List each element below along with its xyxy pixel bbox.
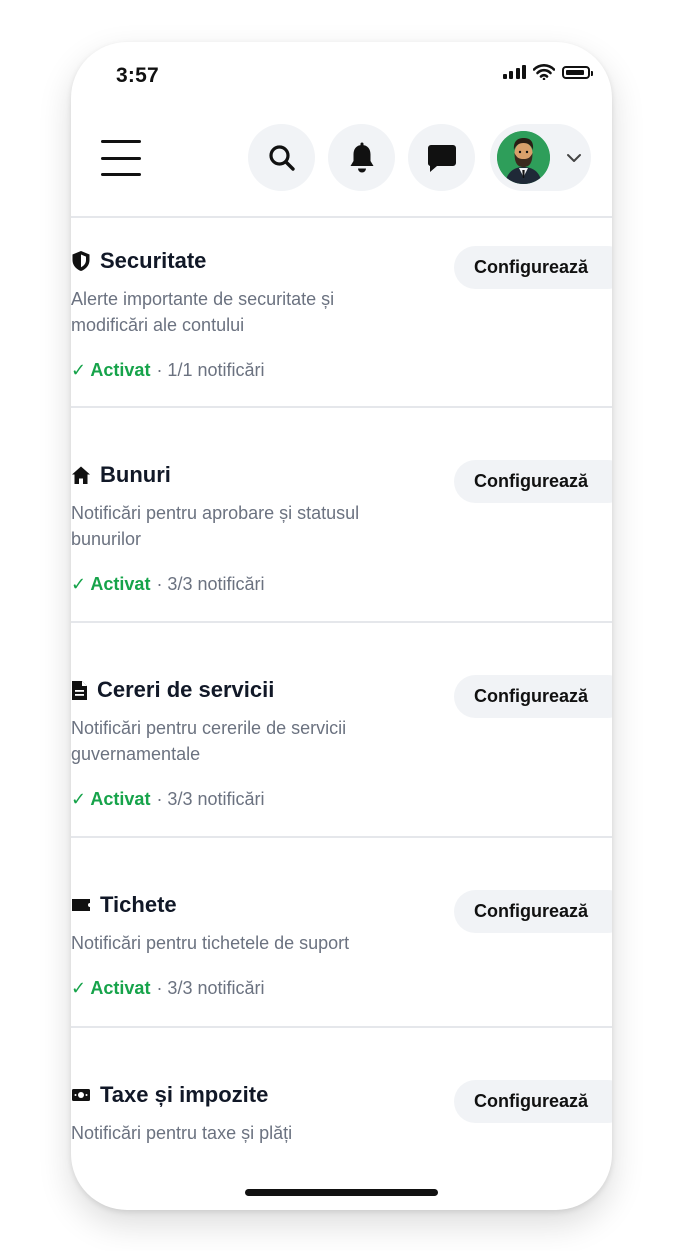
notification-category-list: Securitate Alerte importante de securita… xyxy=(71,216,612,1188)
category-description: Notificări pentru aprobare și statusul b… xyxy=(71,503,360,549)
hamburger-menu-icon[interactable] xyxy=(101,140,143,176)
configure-button[interactable]: Configurează xyxy=(454,1080,612,1123)
chat-bubble-icon xyxy=(427,144,456,172)
status-time: 3:57 xyxy=(116,64,159,87)
category-title: Securitate xyxy=(71,248,206,274)
phone-frame: 3:57 Securitate Alerte importante de sec… xyxy=(71,42,612,1210)
status-active-label: ✓ Activat xyxy=(71,789,151,809)
document-icon xyxy=(72,680,87,700)
category-title: Tichete xyxy=(71,892,177,918)
category-securitate: Securitate Alerte importante de securita… xyxy=(71,218,612,406)
status-count: · 3/3 notificări xyxy=(156,574,265,594)
ticket-icon xyxy=(72,899,90,911)
messages-button[interactable] xyxy=(408,124,475,191)
category-description: Notificări pentru taxe și plăți xyxy=(71,1123,293,1143)
search-icon xyxy=(268,144,295,171)
status-active-label: ✓ Activat xyxy=(71,360,151,380)
category-description: Alerte importante de securitate și modif… xyxy=(71,289,335,335)
status-active-label: ✓ Activat xyxy=(71,574,151,594)
category-status: ✓ Activat · 3/3 notificări xyxy=(71,978,264,999)
status-count: · 3/3 notificări xyxy=(156,978,265,998)
bell-icon xyxy=(350,142,373,172)
home-icon xyxy=(72,466,90,484)
user-menu-button[interactable] xyxy=(490,124,591,191)
status-count: · 3/3 notificări xyxy=(156,789,265,809)
category-status: ✓ Activat · 3/3 notificări xyxy=(71,574,264,595)
wifi-icon xyxy=(533,64,555,80)
signal-icon xyxy=(502,65,526,79)
shield-icon xyxy=(72,251,90,271)
category-status: ✓ Activat · 3/3 notificări xyxy=(71,789,264,810)
configure-button[interactable]: Configurează xyxy=(454,675,612,718)
category-bunuri: Bunuri Notificări pentru aprobare și sta… xyxy=(71,408,612,621)
notifications-button[interactable] xyxy=(328,124,395,191)
category-title: Bunuri xyxy=(71,462,171,488)
money-icon xyxy=(72,1089,90,1101)
battery-icon xyxy=(562,65,593,79)
category-taxe-si-impozite: Taxe și impozite Notificări pentru taxe … xyxy=(71,1028,612,1188)
category-description: Notificări pentru tichetele de suport xyxy=(71,933,350,953)
home-indicator[interactable] xyxy=(245,1189,438,1196)
status-count: · 1/1 notificări xyxy=(156,360,265,380)
status-bar: 3:57 xyxy=(71,42,612,106)
category-cereri-de-servicii: Cereri de servicii Notificări pentru cer… xyxy=(71,623,612,836)
configure-button[interactable]: Configurează xyxy=(454,246,612,289)
status-active-label: ✓ Activat xyxy=(71,978,151,998)
category-description: Notificări pentru cererile de servicii g… xyxy=(71,718,347,764)
status-icons xyxy=(502,64,593,80)
category-title: Cereri de servicii xyxy=(71,677,274,703)
configure-button[interactable]: Configurează xyxy=(454,890,612,933)
chevron-down-icon xyxy=(567,154,581,162)
user-avatar xyxy=(497,131,550,184)
category-status: ✓ Activat · 1/1 notificări xyxy=(71,360,264,381)
configure-button[interactable]: Configurează xyxy=(454,460,612,503)
category-title: Taxe și impozite xyxy=(71,1082,268,1108)
category-tichete: Tichete Notificări pentru tichetele de s… xyxy=(71,838,612,1026)
top-app-bar xyxy=(71,122,612,216)
search-button[interactable] xyxy=(248,124,315,191)
